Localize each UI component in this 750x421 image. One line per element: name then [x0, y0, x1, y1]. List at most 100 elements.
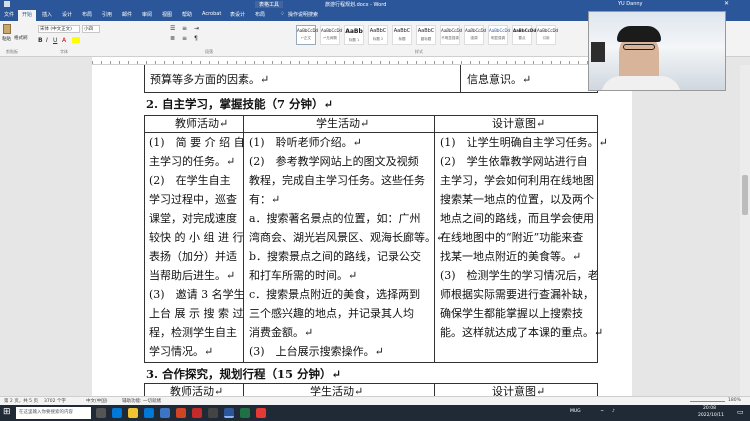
text-line: 湾商会、湖光岩风景区、观海长廊等。↵ [249, 231, 446, 244]
notification-icon[interactable]: ▭ [737, 408, 744, 416]
tab-mailings[interactable]: 邮件 [122, 11, 132, 18]
bullets-icon[interactable]: ☰ [170, 25, 175, 32]
zoom-slider[interactable] [690, 401, 725, 402]
text-line: 表扬（加分）并适 [149, 250, 237, 263]
style-heading-2[interactable]: AaBbC 标题 2 [368, 25, 388, 45]
text-line: 学习情况。↵ [149, 345, 214, 358]
store-icon[interactable] [160, 408, 170, 418]
taskbar-search-input[interactable]: 在这里输入你要搜索的内容 [16, 407, 91, 419]
text-line: 有：↵ [249, 193, 281, 206]
network-icon[interactable]: ⌔ [600, 409, 604, 415]
tab-design[interactable]: 设计 [62, 11, 72, 18]
tab-acrobat[interactable]: Acrobat [202, 11, 221, 17]
show-marks-icon[interactable]: ¶ [194, 35, 198, 42]
text-line: 学习过程中，巡查 [149, 193, 237, 206]
tab-review[interactable]: 审阅 [142, 11, 152, 18]
horizontal-ruler[interactable] [92, 57, 632, 65]
user-name[interactable]: YU Danny [618, 1, 643, 7]
clock-time[interactable]: 20:08 [703, 406, 716, 411]
underline-button[interactable]: U [53, 37, 57, 44]
style-normal[interactable]: AaBbCcDd ↵正文 [296, 25, 319, 45]
app-icon[interactable] [208, 408, 218, 418]
word-icon[interactable] [224, 408, 234, 418]
acrobat-icon[interactable] [192, 408, 202, 418]
tell-me-search[interactable]: 操作说明搜索 [288, 11, 318, 18]
text-line: 能。这样就达成了本课的重点。↵ [440, 326, 604, 339]
windows-start-icon[interactable]: ⊞ [3, 407, 11, 417]
tab-table-design[interactable]: 表设计 [230, 11, 245, 18]
style-heading-1[interactable]: AaBb 标题 1 [344, 25, 364, 45]
style-sample: AaBbCcDd [321, 28, 343, 33]
style-subtle-emphasis[interactable]: AaBbCcDd 不明显强调 [440, 25, 463, 45]
tab-file[interactable]: 文件 [4, 11, 14, 18]
input-method-indicator[interactable]: MUG [570, 409, 581, 414]
align-center-icon[interactable]: ≡ [182, 35, 187, 42]
prev-row-right-text: 信息意识。↵ [467, 73, 532, 86]
autosave-icon[interactable] [4, 1, 10, 7]
style-title[interactable]: AaBbC 标题 [392, 25, 412, 45]
highlight-icon[interactable] [72, 37, 80, 43]
design-intent-cell[interactable]: (1) 让学生明确自主学习任务。↵ (2) 学生依靠教学网站进行自 主学习，学会… [440, 133, 608, 342]
style-sample: AaBbCcDd [441, 28, 463, 33]
page-count[interactable]: 第 2 页，共 5 页 [4, 398, 38, 404]
language-indicator[interactable]: 中文(中国) [86, 398, 108, 404]
font-group-label: 字体 [60, 49, 68, 54]
style-no-spacing[interactable]: AaBbCcDd ↵无间隔 [320, 25, 343, 45]
align-left-icon[interactable]: ≣ [170, 35, 175, 42]
text-line: c．搜索景点附近的美食，选择两到 [249, 288, 421, 301]
volume-icon[interactable]: ♪ [612, 409, 615, 414]
student-activity-cell[interactable]: (1) 聆听老师介绍。↵ (2) 参考教学网站上的图文及视频 教程，完成自主学习… [249, 133, 445, 361]
text-line: 程，检测学生自主 [149, 326, 237, 339]
table-border [597, 383, 598, 396]
excel-icon[interactable] [240, 408, 250, 418]
style-strong[interactable]: AaBbCcDd 要点 [512, 25, 536, 45]
taskbar: ⊞ 在这里输入你要搜索的内容 MUG ⌔ ♪ 20:08 2022/10/11 … [0, 405, 750, 421]
document-page[interactable]: 预算等多方面的因素。↵ 信息意识。↵ 2. 自主学习，掌握技能（7 分钟）↵ 教… [92, 65, 632, 398]
tab-layout[interactable]: 布局 [82, 11, 92, 18]
text-line: 主学习，学会如何利用在线地图 [440, 174, 594, 187]
tab-insert[interactable]: 插入 [42, 11, 52, 18]
headphones-icon [591, 42, 605, 62]
mail-icon[interactable] [144, 408, 154, 418]
powerpoint-icon[interactable] [176, 408, 186, 418]
task-view-icon[interactable] [96, 408, 106, 418]
zoom-level[interactable]: 180% [728, 398, 741, 403]
paste-icon[interactable] [3, 24, 11, 34]
paste-label[interactable]: 粘贴 [2, 36, 11, 42]
title-bar: 表格工具 旅游行程规划.docx - Word YU Danny ✕ [0, 0, 750, 9]
recorder-icon[interactable] [256, 408, 266, 418]
table-border [144, 92, 598, 93]
tab-help[interactable]: 帮助 [182, 11, 192, 18]
tab-home[interactable]: 开始 [18, 10, 37, 21]
style-sample: AaBbCcDd [297, 28, 319, 33]
italic-button[interactable]: I [46, 37, 48, 44]
clock-date[interactable]: 2022/10/11 [698, 413, 724, 418]
word-count[interactable]: 3702 个字 [44, 398, 66, 404]
style-quote[interactable]: AaBbCcDd 引用 [536, 25, 558, 45]
style-subtitle[interactable]: AaBbC 副标题 [416, 25, 436, 45]
style-intense-emphasis[interactable]: AaBbCcDd 明显强调 [488, 25, 510, 45]
text-line: (2) 参考教学网站上的图文及视频 [249, 155, 419, 168]
style-emphasis[interactable]: AaBbCcDd 强调 [464, 25, 486, 45]
indent-icon[interactable]: ⇥ [194, 25, 199, 32]
text-line: 搜索某一地点的位置，以及两个 [440, 193, 594, 206]
close-icon[interactable]: ✕ [724, 0, 729, 7]
numbering-icon[interactable]: ≡ [182, 25, 187, 32]
font-color-icon[interactable]: A [62, 37, 66, 44]
text-line: (1) 简 要 介 绍 自 [149, 136, 245, 149]
webcam-overlay [588, 11, 726, 91]
teacher-activity-cell[interactable]: (1) 简 要 介 绍 自 主学习的任务。↵ (2) 在学生自主 学习过程中，巡… [149, 133, 245, 361]
bold-button[interactable]: B [38, 37, 43, 44]
text-line: b．搜索景点之间的路线，记录公交 [249, 250, 422, 263]
scrollbar-thumb[interactable] [742, 175, 748, 215]
tab-table-layout[interactable]: 布局 [255, 11, 265, 18]
file-explorer-icon[interactable] [128, 408, 138, 418]
format-painter-button[interactable]: 格式刷 [14, 35, 28, 41]
edge-icon[interactable] [112, 408, 122, 418]
font-name-select[interactable]: 宋体 (中文正文) [38, 25, 80, 33]
tab-references[interactable]: 引用 [102, 11, 112, 18]
accessibility-status[interactable]: 辅助功能: 一切就绪 [122, 398, 161, 404]
tab-view[interactable]: 视图 [162, 11, 172, 18]
font-size-select[interactable]: 小四 [82, 25, 100, 33]
vertical-scrollbar[interactable] [740, 65, 750, 396]
